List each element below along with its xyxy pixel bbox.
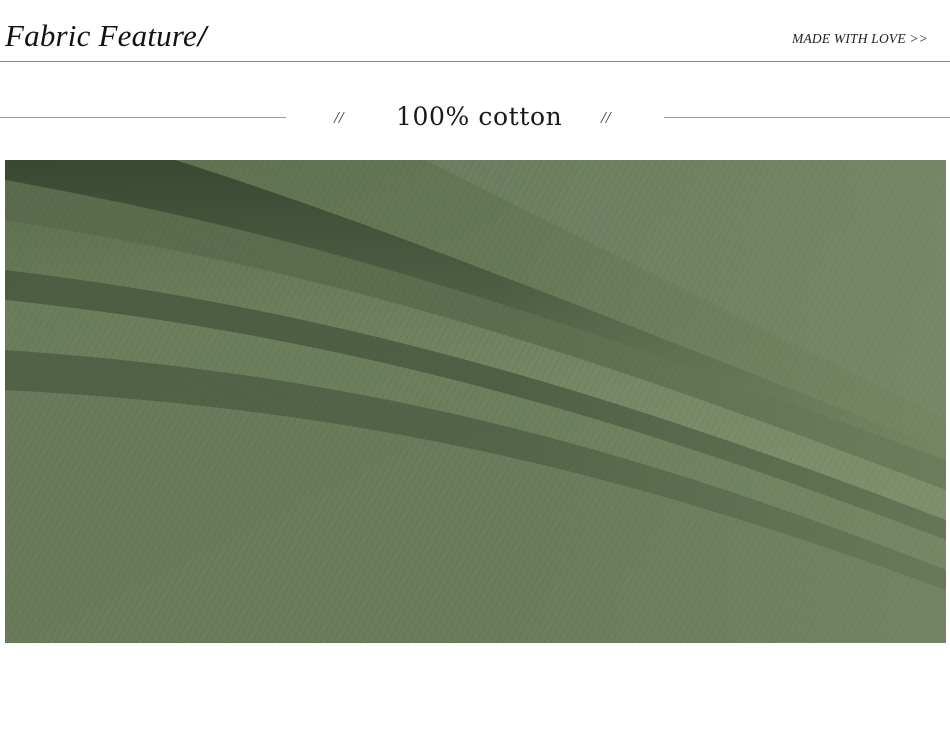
page-title-text: Fabric Feature (5, 18, 197, 53)
header-bar: Fabric Feature/ MADE WITH LOVE >> (0, 0, 950, 62)
divider-left (0, 117, 286, 118)
section-title: 100% cotton (396, 102, 563, 131)
tagline: MADE WITH LOVE >> (792, 31, 928, 46)
section-mark-right: // (601, 108, 611, 127)
fabric-image (5, 160, 946, 643)
section-mark-left: // (334, 108, 344, 127)
title-slash: / (197, 18, 207, 53)
divider-right (664, 117, 950, 118)
page-title: Fabric Feature/ (5, 17, 207, 55)
fabric-photo (5, 160, 946, 643)
